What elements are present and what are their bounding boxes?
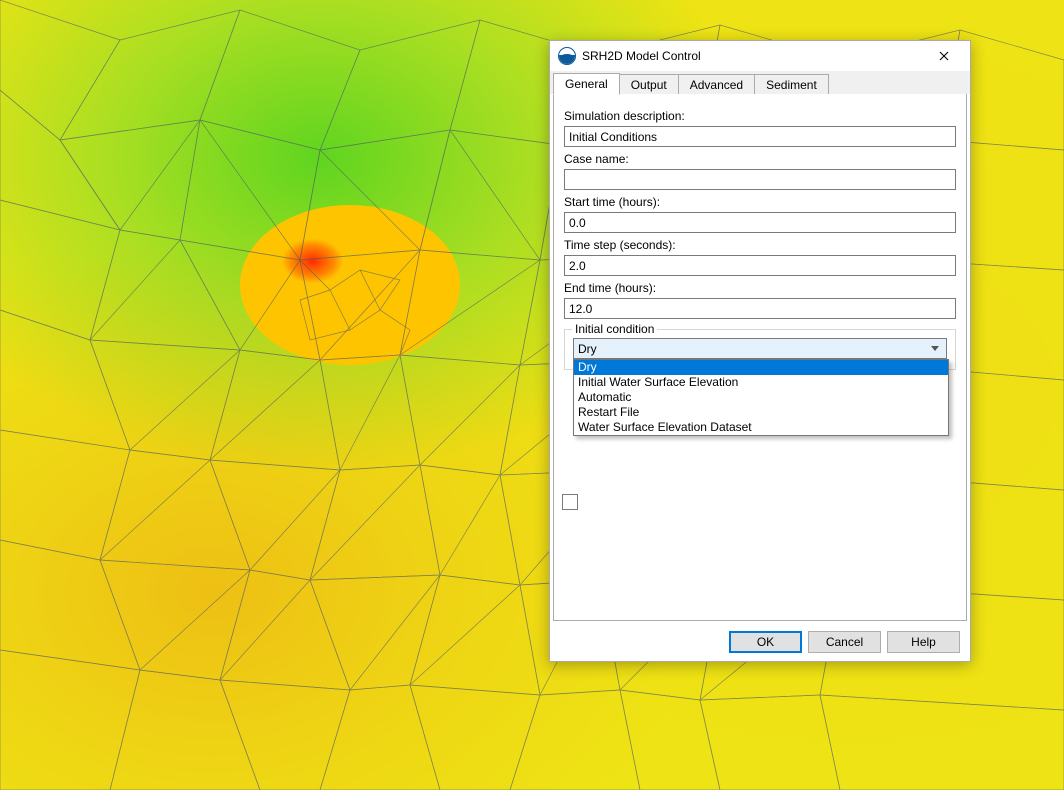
tab-output[interactable]: Output [619,74,679,95]
tab-panel-general: Simulation description: Case name: Start… [553,94,967,621]
dialog-buttons: OK Cancel Help [729,631,960,653]
tab-sediment[interactable]: Sediment [754,74,829,95]
start-time-label: Start time (hours): [564,195,956,209]
sim-desc-label: Simulation description: [564,109,956,123]
combo-selected-text: Dry [578,342,597,356]
case-name-label: Case name: [564,152,956,166]
end-time-input[interactable] [564,298,956,319]
combo-option-restart-file[interactable]: Restart File [574,405,948,420]
initial-condition-legend: Initial condition [572,322,657,336]
close-button[interactable] [924,42,964,70]
cancel-button[interactable]: Cancel [808,631,881,653]
tab-general[interactable]: General [553,73,620,95]
close-icon [939,51,949,61]
time-step-input[interactable] [564,255,956,276]
combo-option-dry[interactable]: Dry [574,360,948,375]
model-control-dialog: SRH2D Model Control General Output Advan… [549,40,971,662]
initial-condition-group: Initial condition Dry Dry Initial Water … [564,329,956,370]
window-title: SRH2D Model Control [582,49,924,63]
end-time-label: End time (hours): [564,281,956,295]
sim-desc-input[interactable] [564,126,956,147]
combo-option-automatic[interactable]: Automatic [574,390,948,405]
initial-condition-combo[interactable]: Dry Dry Initial Water Surface Elevation … [573,338,947,359]
tab-strip: General Output Advanced Sediment [550,71,970,95]
case-name-input[interactable] [564,169,956,190]
tab-advanced[interactable]: Advanced [678,74,755,95]
titlebar: SRH2D Model Control [550,41,970,71]
combo-display[interactable]: Dry [573,338,947,359]
app-icon [558,47,576,65]
hidden-checkbox[interactable] [562,494,578,510]
combo-dropdown-list: Dry Initial Water Surface Elevation Auto… [573,359,949,436]
time-step-label: Time step (seconds): [564,238,956,252]
help-button[interactable]: Help [887,631,960,653]
chevron-down-icon [931,346,939,351]
combo-option-wse-dataset[interactable]: Water Surface Elevation Dataset [574,420,948,435]
start-time-input[interactable] [564,212,956,233]
ok-button[interactable]: OK [729,631,802,653]
combo-option-initial-wse[interactable]: Initial Water Surface Elevation [574,375,948,390]
